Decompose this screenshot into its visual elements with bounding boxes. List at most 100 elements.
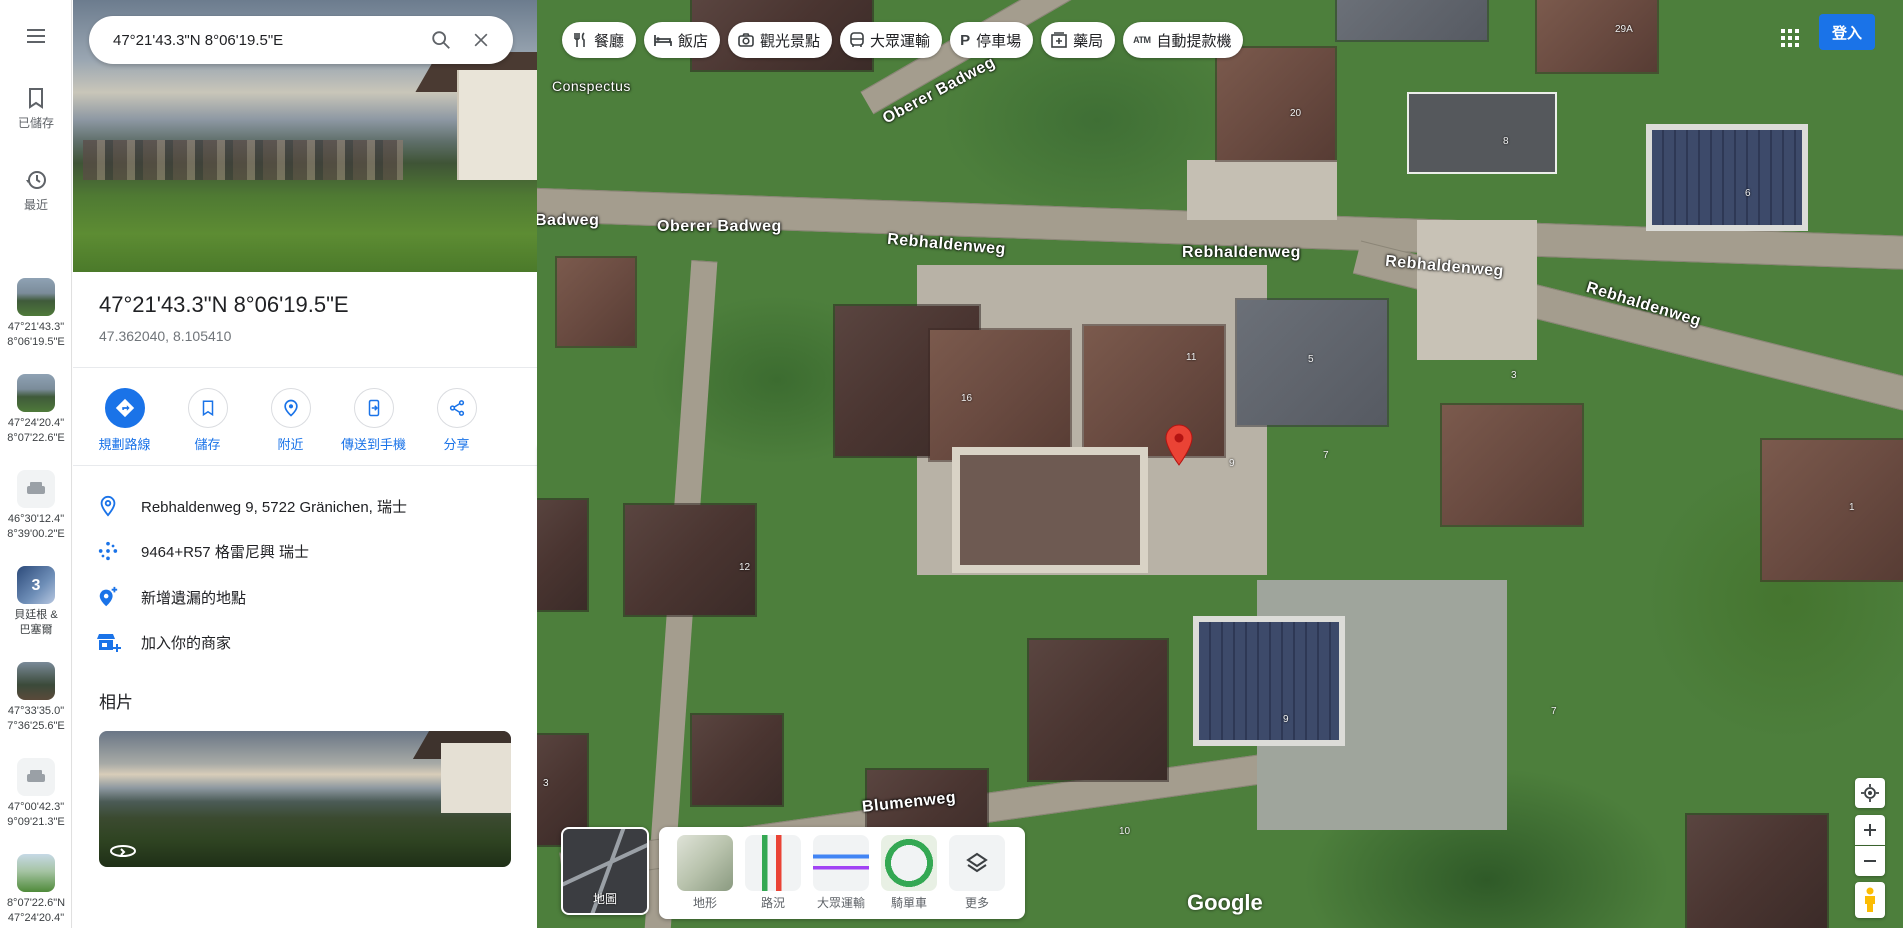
chip-label: 自動提款機	[1156, 32, 1232, 50]
history-item[interactable]: 47°00'42.3" 9°09'21.3"E	[0, 758, 72, 830]
house-number: 3	[1511, 370, 1517, 381]
action-buttons: 規劃路線 儲存 附近 傳送到手機 分享	[73, 388, 537, 460]
layer-main-label: 地圖	[592, 892, 617, 906]
chip-label: 停車場	[976, 32, 1022, 50]
chip-hotels[interactable]: 飯店	[644, 22, 721, 58]
add-missing-place-row[interactable]: 新增遺漏的地點	[73, 575, 537, 619]
clear-search-button[interactable]	[461, 20, 501, 60]
history-item[interactable]: 47°33'35.0" 7°36'25.6"E	[0, 662, 72, 734]
search-input[interactable]	[113, 31, 421, 49]
building	[692, 715, 782, 805]
history-item[interactable]: 8°07'22.6"N 47°24'20.4"	[0, 854, 72, 926]
terrain-icon	[677, 835, 733, 891]
plus-code-text: 9464+R57 格雷尼興 瑞士	[141, 543, 309, 561]
add-missing-place-text: 新增遺漏的地點	[141, 589, 247, 607]
history-item[interactable]: 46°30'12.4" 8°39'00.2"E	[0, 470, 72, 542]
street-view-pegman-button[interactable]	[1855, 882, 1885, 918]
place-panel: 47°21'43.3"N 8°06'19.5"E 47.362040, 8.10…	[73, 0, 537, 928]
crosshair-icon	[1861, 784, 1879, 802]
plus-code-row[interactable]: 9464+R57 格雷尼興 瑞士	[73, 529, 537, 573]
layers-icon	[949, 835, 1005, 891]
share-label: 分享	[443, 437, 470, 452]
layer-label: 地形	[692, 896, 717, 910]
history-thumbnail: 3	[17, 566, 55, 604]
layer-terrain[interactable]: 地形	[677, 835, 733, 919]
divider	[73, 367, 537, 368]
street-label: Badweg	[537, 212, 600, 229]
chip-pharmacy[interactable]: 藥局	[1041, 22, 1116, 58]
chip-atm[interactable]: ATM 自動提款機	[1123, 22, 1244, 58]
building	[625, 505, 755, 615]
add-business-row[interactable]: 加入你的商家	[73, 620, 537, 664]
building	[1337, 0, 1487, 40]
divider	[73, 465, 537, 466]
layer-toggle-map[interactable]: 地圖	[561, 827, 649, 915]
building	[930, 330, 1070, 460]
google-apps-button[interactable]	[1770, 18, 1810, 58]
panorama-360-icon	[110, 845, 136, 857]
layer-label: 騎單車	[890, 896, 927, 910]
place-title: 47°21'43.3"N 8°06'19.5"E	[99, 292, 349, 317]
location-marker-icon[interactable]	[1165, 424, 1193, 466]
layer-traffic[interactable]: 路況	[745, 835, 801, 919]
parking-area	[1187, 160, 1337, 220]
directions-icon	[115, 398, 134, 418]
layer-label: 路況	[760, 896, 785, 910]
recent-button[interactable]: 最近	[0, 168, 72, 213]
history-item[interactable]: 3 貝廷根 & 巴塞爾	[0, 566, 72, 638]
save-label: 儲存	[194, 437, 221, 452]
house-number: 3	[543, 778, 549, 789]
house-number: 9	[1229, 458, 1235, 469]
transit-icon	[813, 835, 869, 891]
bus-icon	[850, 32, 864, 47]
solar-building	[1199, 622, 1339, 740]
history-thumbnail	[17, 470, 55, 508]
satellite-map[interactable]: Badweg Oberer Badweg Conspectus Oberer B…	[537, 0, 1903, 928]
house-number: 20	[1290, 108, 1302, 119]
saved-button[interactable]: 已儲存	[0, 86, 72, 131]
send-to-phone-button[interactable]: 傳送到手機	[332, 388, 415, 460]
building	[557, 258, 635, 346]
my-location-button[interactable]	[1855, 778, 1885, 808]
chip-label: 餐廳	[594, 32, 625, 50]
hamburger-menu-icon	[27, 29, 45, 43]
layer-biking[interactable]: 騎單車	[881, 835, 937, 919]
history-item[interactable]: 47°21'43.3" 8°06'19.5"E	[0, 278, 72, 350]
photo-card[interactable]	[99, 731, 511, 867]
chip-attractions[interactable]: 觀光景點	[728, 22, 833, 58]
layer-more[interactable]: 更多	[949, 835, 1005, 919]
parking-area	[1417, 220, 1537, 360]
address-row[interactable]: Rebhaldenweg 9, 5722 Gränichen, 瑞士	[73, 484, 537, 528]
zoom-out-button[interactable]	[1855, 846, 1885, 876]
history-item[interactable]: 47°24'20.4" 8°07'22.6"E	[0, 374, 72, 446]
saved-label: 已儲存	[17, 116, 54, 130]
share-button[interactable]: 分享	[415, 388, 498, 460]
chip-label: 藥局	[1073, 32, 1104, 50]
history-thumbnail	[17, 278, 55, 316]
layer-transit[interactable]: 大眾運輸	[813, 835, 869, 919]
bed-icon	[654, 35, 672, 46]
chip-restaurants[interactable]: 餐廳	[562, 22, 637, 58]
chip-transit[interactable]: 大眾運輸	[840, 22, 943, 58]
menu-button[interactable]	[0, 24, 72, 52]
directions-button[interactable]: 規劃路線	[83, 388, 166, 460]
hero-house-detail	[457, 70, 537, 180]
chip-parking[interactable]: P 停車場	[950, 22, 1034, 58]
phone-icon	[368, 399, 379, 417]
search-button[interactable]	[421, 20, 461, 60]
recent-label: 最近	[23, 198, 48, 212]
house-number: 1	[1849, 502, 1855, 513]
history-line2: 47°24'20.4"	[7, 912, 65, 924]
nearby-button[interactable]: 附近	[249, 388, 332, 460]
zoom-in-button[interactable]	[1855, 815, 1885, 845]
building	[960, 455, 1140, 565]
chip-label: 觀光景點	[760, 32, 821, 50]
save-button[interactable]: 儲存	[166, 388, 249, 460]
layer-label: 更多	[964, 896, 989, 910]
house-number: 7	[1323, 450, 1329, 461]
history-line1: 47°33'35.0"	[7, 705, 65, 717]
chip-label: 飯店	[678, 32, 709, 50]
sign-in-button[interactable]: 登入	[1819, 14, 1875, 50]
bookmark-icon	[202, 400, 213, 417]
nearby-label: 附近	[277, 437, 304, 452]
